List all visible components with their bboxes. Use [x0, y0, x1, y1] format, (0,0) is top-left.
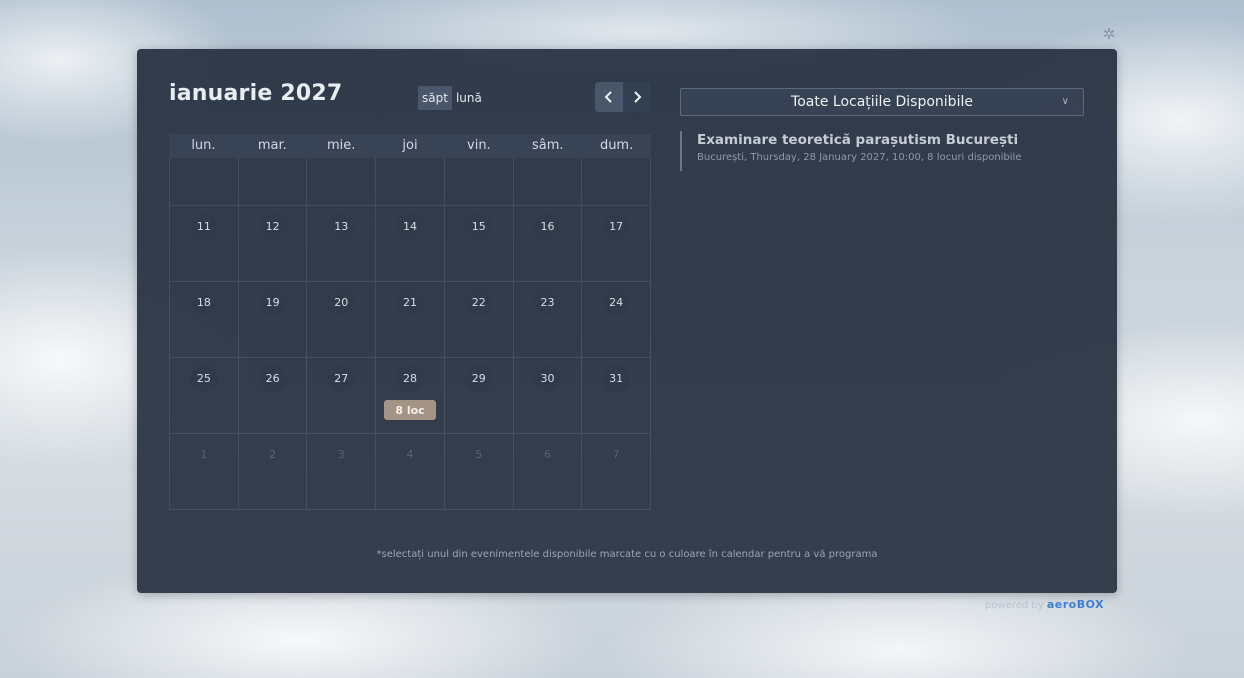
day-number[interactable]: 15	[464, 212, 493, 240]
weekday-label: joi	[402, 138, 418, 153]
view-week-button[interactable]: săpt	[418, 86, 452, 110]
day-number[interactable]: 29	[464, 364, 493, 392]
calendar-panel: ianuarie 2027 săpt lună lun. mar. mie. j…	[137, 49, 1117, 593]
day-number-next-month: 4	[406, 447, 414, 461]
day-cell: 12	[239, 206, 308, 281]
day-number[interactable]: 21	[396, 288, 425, 316]
powered-by-label: powered by	[985, 600, 1044, 611]
day-cell	[514, 158, 583, 205]
day-number-next-month: 2	[269, 447, 277, 461]
day-number[interactable]: 25	[189, 364, 218, 392]
day-cell	[376, 158, 445, 205]
location-filter-value: Toate Locațiile Disponibile	[791, 94, 973, 110]
powered-by: powered by aeroBOX	[985, 598, 1104, 611]
day-number[interactable]: 12	[258, 212, 287, 240]
day-number-next-month: 3	[337, 447, 345, 461]
day-cell: 17	[582, 206, 652, 281]
day-number[interactable]: 23	[533, 288, 562, 316]
day-number-next-month: 1	[200, 447, 208, 461]
day-number[interactable]: 16	[533, 212, 562, 240]
day-cell	[445, 158, 514, 205]
day-cell	[307, 158, 377, 205]
day-number[interactable]: 30	[533, 364, 562, 392]
weekday-label: dum.	[599, 138, 634, 153]
weekday-label: mar.	[257, 138, 287, 153]
day-cell: 25	[169, 358, 239, 433]
location-filter-select[interactable]: Toate Locațiile Disponibile ∨	[680, 88, 1084, 116]
day-number[interactable]: 19	[258, 288, 287, 316]
day-number[interactable]: 31	[602, 364, 631, 392]
aerobox-logo[interactable]: aeroBOX	[1047, 598, 1104, 611]
day-cell: 15	[445, 206, 514, 281]
next-month-button[interactable]	[623, 82, 651, 112]
day-number[interactable]: 13	[327, 212, 356, 240]
view-toggle: săpt lună	[418, 86, 486, 110]
calendar-week: 1 2 3 4 5 6 7	[169, 434, 652, 510]
day-cell: 14	[376, 206, 445, 281]
day-cell: 3	[307, 434, 377, 509]
day-number[interactable]: 28	[396, 364, 425, 392]
weekday-label: sâm.	[531, 138, 564, 153]
day-cell	[239, 158, 308, 205]
weekday-header: lun. mar. mie. joi vin. sâm. dum.	[169, 134, 651, 158]
calendar-week: 11 12 13 14 15 16 17	[169, 206, 652, 282]
day-number-next-month: 7	[612, 447, 620, 461]
day-number-next-month: 6	[543, 447, 551, 461]
day-cell: 18	[169, 282, 239, 357]
day-number[interactable]: 20	[327, 288, 356, 316]
day-number[interactable]: 14	[396, 212, 425, 240]
day-cell: 6	[514, 434, 583, 509]
day-cell: 7	[582, 434, 652, 509]
weekday-label: lun.	[191, 138, 216, 153]
day-cell: 24	[582, 282, 652, 357]
day-number[interactable]: 26	[258, 364, 287, 392]
day-cell: 29	[445, 358, 514, 433]
day-number[interactable]: 22	[464, 288, 493, 316]
day-cell: 2	[239, 434, 308, 509]
day-cell: 5	[445, 434, 514, 509]
day-cell: 19	[239, 282, 308, 357]
calendar-week	[169, 158, 652, 206]
day-cell: 31	[582, 358, 652, 433]
day-cell: 30	[514, 358, 583, 433]
event-title: Examinare teoretică parașutism București	[697, 132, 1019, 148]
settings-gear-icon[interactable]: ✲	[1101, 26, 1117, 42]
day-cell	[582, 158, 652, 205]
day-cell: 23	[514, 282, 583, 357]
chevron-right-icon	[634, 91, 642, 103]
chevron-down-icon: ∨	[1061, 96, 1069, 107]
day-number-next-month: 5	[475, 447, 483, 461]
calendar-grid: lun. mar. mie. joi vin. sâm. dum. 11 12 …	[169, 134, 652, 510]
chevron-left-icon	[604, 91, 612, 103]
weekday-label: vin.	[467, 138, 491, 153]
day-cell: 16	[514, 206, 583, 281]
prev-month-button[interactable]	[595, 82, 623, 112]
day-cell: 26	[239, 358, 308, 433]
weekday-label: mie.	[326, 138, 356, 153]
month-navigation	[595, 82, 651, 112]
day-cell: 13	[307, 206, 377, 281]
footer-note: *selectați unul din evenimentele disponi…	[376, 549, 878, 560]
view-month-button[interactable]: lună	[452, 86, 486, 110]
event-list-item[interactable]: Examinare teoretică parașutism București…	[680, 131, 1080, 171]
day-cell: 22	[445, 282, 514, 357]
day-cell: 4	[376, 434, 445, 509]
day-number[interactable]: 24	[602, 288, 631, 316]
day-number[interactable]: 11	[189, 212, 218, 240]
day-number[interactable]: 17	[602, 212, 631, 240]
day-cell: 28 8 loc	[376, 358, 445, 433]
day-cell: 27	[307, 358, 377, 433]
calendar-week: 25 26 27 28 8 loc 29 30 31	[169, 358, 652, 434]
day-cell: 1	[169, 434, 239, 509]
event-detail: București, Thursday, 28 January 2027, 10…	[697, 152, 1022, 163]
calendar-week: 18 19 20 21 22 23 24	[169, 282, 652, 358]
month-title: ianuarie 2027	[169, 81, 343, 106]
day-cell	[169, 158, 239, 205]
day-number[interactable]: 27	[327, 364, 356, 392]
day-cell: 20	[307, 282, 377, 357]
day-cell: 21	[376, 282, 445, 357]
event-availability-badge[interactable]: 8 loc	[384, 400, 437, 420]
day-cell: 11	[169, 206, 239, 281]
day-number[interactable]: 18	[189, 288, 218, 316]
